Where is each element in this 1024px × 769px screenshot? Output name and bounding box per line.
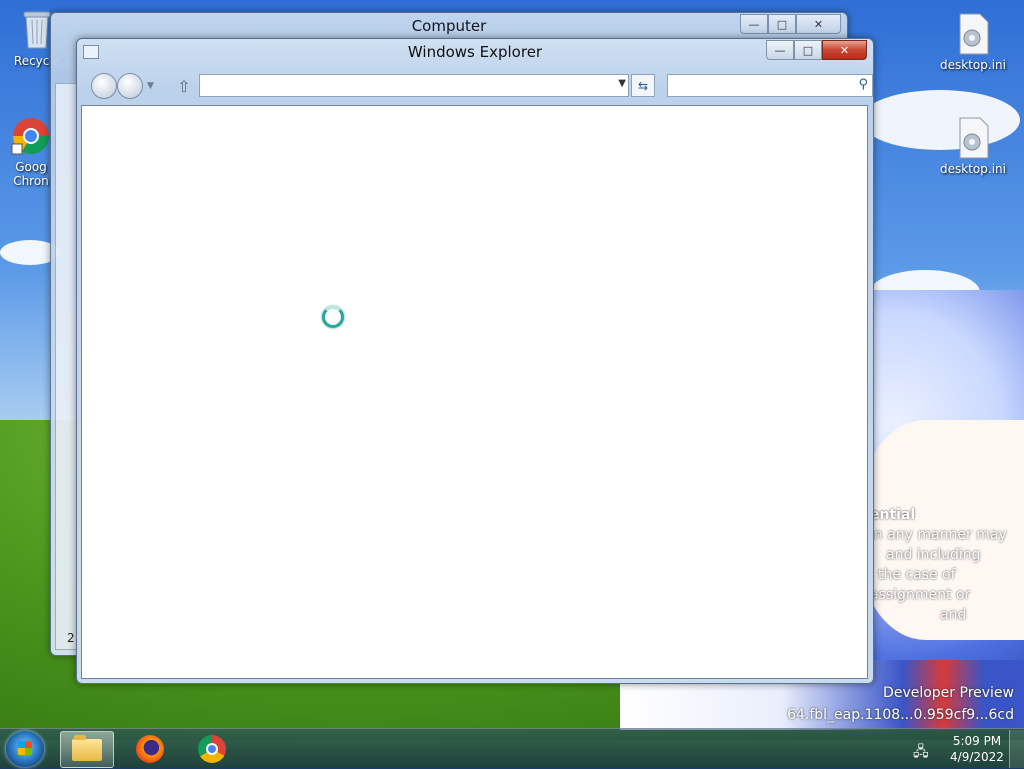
forward-button[interactable] bbox=[117, 73, 143, 99]
recycle-bin-icon bbox=[23, 11, 51, 49]
background-text-overlay: ential in any manner may and including t… bbox=[870, 507, 1007, 623]
clock-date: 4/9/2022 bbox=[950, 750, 1004, 764]
network-icon[interactable]: 🖧 bbox=[913, 741, 931, 760]
settings-file-icon bbox=[959, 117, 989, 159]
windows-explorer-window[interactable]: Windows Explorer — □ ✕ ▼ ⇧ ▼ ⇆ ⚲ bbox=[76, 38, 874, 684]
back-button[interactable] bbox=[91, 73, 117, 99]
build-watermark-line1: Developer Preview bbox=[883, 685, 1014, 701]
desktop-icon-label: Goog Chron bbox=[13, 160, 49, 188]
clock[interactable]: 5:09 PM 4/9/2022 bbox=[945, 733, 1009, 765]
settings-file-icon bbox=[959, 13, 989, 55]
up-arrow-icon[interactable]: ⇧ bbox=[173, 75, 195, 97]
chrome-icon bbox=[11, 118, 50, 155]
minimize-button[interactable]: — bbox=[740, 14, 768, 34]
explorer-toolbar: ▼ ⇧ ▼ ⇆ ⚲ bbox=[85, 73, 873, 101]
refresh-button[interactable]: ⇆ bbox=[631, 74, 655, 97]
desktop-icon-label: desktop.ini bbox=[940, 162, 1006, 176]
status-bar-text: 2 bbox=[67, 631, 75, 645]
loading-spinner-icon bbox=[322, 306, 344, 328]
start-button[interactable] bbox=[6, 731, 44, 767]
taskbar-item-explorer[interactable] bbox=[60, 731, 114, 768]
build-watermark-line2: 64.fbl_eap.1108...0.959cf9...6cd bbox=[787, 707, 1014, 723]
recent-pages-dropdown[interactable]: ▼ bbox=[147, 81, 154, 91]
chrome-icon bbox=[198, 734, 226, 763]
firefox-icon bbox=[136, 734, 164, 763]
taskbar: 🖧 5:09 PM 4/9/2022 bbox=[0, 728, 1024, 769]
chevron-down-icon[interactable]: ▼ bbox=[618, 78, 626, 89]
taskbar-item-firefox[interactable] bbox=[124, 731, 176, 766]
content-pane[interactable] bbox=[81, 105, 868, 679]
clock-time: 5:09 PM bbox=[952, 734, 1002, 748]
search-input[interactable]: ⚲ bbox=[667, 74, 873, 97]
system-tray: 🖧 5:09 PM 4/9/2022 bbox=[913, 729, 1024, 769]
show-desktop-button[interactable] bbox=[1009, 730, 1024, 768]
desktop-icon-desktop-ini-1[interactable]: desktop.ini bbox=[938, 12, 1008, 72]
desktop-icon-desktop-ini-2[interactable]: desktop.ini bbox=[938, 116, 1008, 176]
close-button[interactable]: ✕ bbox=[796, 14, 841, 34]
close-button[interactable]: ✕ bbox=[822, 40, 867, 60]
folder-icon bbox=[72, 734, 102, 761]
window-title: Computer bbox=[411, 17, 487, 35]
maximize-button[interactable]: □ bbox=[768, 14, 796, 34]
desktop-icon-label: desktop.ini bbox=[940, 58, 1006, 72]
address-bar[interactable]: ▼ bbox=[199, 74, 629, 97]
window-title: Windows Explorer bbox=[407, 43, 543, 61]
maximize-button[interactable]: □ bbox=[794, 40, 822, 60]
taskbar-item-chrome[interactable] bbox=[186, 731, 238, 766]
minimize-button[interactable]: — bbox=[766, 40, 794, 60]
search-icon[interactable]: ⚲ bbox=[858, 77, 868, 92]
window-caption-buttons: — □ ✕ bbox=[740, 14, 841, 34]
window-caption-buttons: — □ ✕ bbox=[766, 40, 867, 60]
